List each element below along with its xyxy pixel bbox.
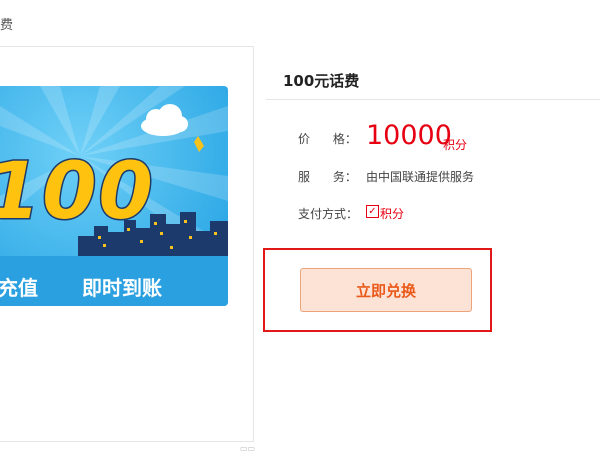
product-title: 100元话费 (283, 72, 360, 90)
price-unit: 积分 (443, 138, 468, 152)
payment-checkbox[interactable]: ✓ (366, 205, 379, 218)
banner-slogan-instant: 即时到账 (82, 276, 162, 300)
price-value: 10000 (366, 120, 452, 151)
image-corner-mark: ▭▭ (240, 444, 256, 453)
breadcrumb: 费 (0, 18, 14, 33)
title-divider (266, 99, 600, 100)
service-value: 由中国联通提供服务 (366, 170, 475, 184)
banner-slogan-recharge: 充值 (0, 276, 38, 300)
price-label: 价 格： (298, 132, 357, 146)
banner-big-number: 100 (0, 147, 155, 237)
payment-label: 支付方式： (298, 207, 359, 221)
service-label: 服 务： (298, 170, 357, 184)
redeem-now-button[interactable]: 立即兑换 (300, 268, 472, 312)
payment-value: 积分 (380, 207, 405, 221)
